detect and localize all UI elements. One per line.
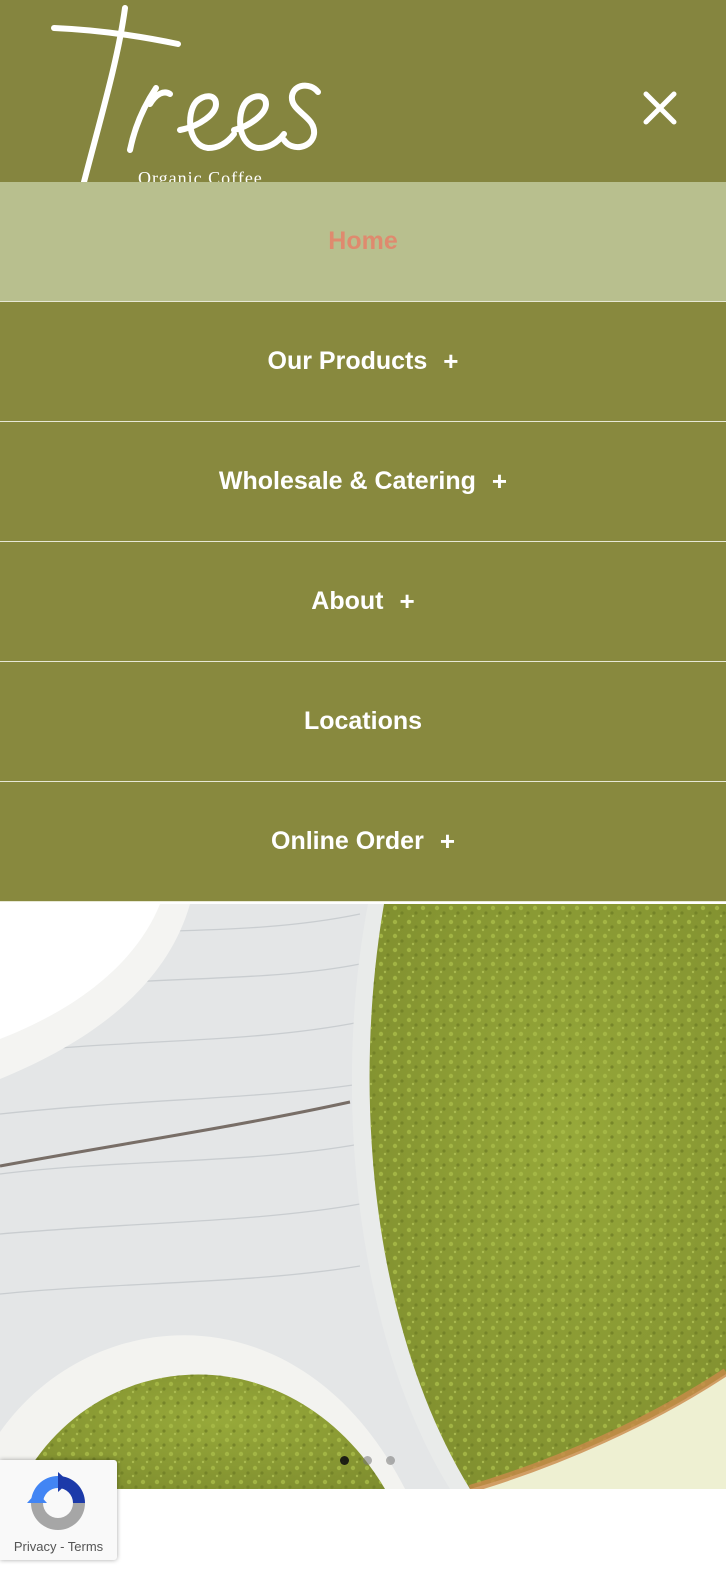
- site-header: Trees Organic Coffee: [0, 0, 726, 182]
- close-icon: [643, 91, 677, 125]
- expand-plus-icon[interactable]: +: [443, 346, 458, 377]
- menu-item-our-products[interactable]: Our Products +: [0, 302, 726, 422]
- recaptcha-badge[interactable]: Privacy - Terms: [0, 1460, 117, 1560]
- slider-dot-1[interactable]: [340, 1456, 349, 1465]
- menu-item-locations[interactable]: Locations: [0, 662, 726, 782]
- menu-item-label: Wholesale & Catering: [218, 467, 476, 495]
- privacy-link[interactable]: Privacy: [14, 1539, 57, 1554]
- slider-dots: [340, 1456, 395, 1465]
- menu-item-label: About: [311, 587, 384, 615]
- recaptcha-icon: [25, 1470, 91, 1536]
- expand-plus-icon[interactable]: +: [400, 586, 415, 617]
- expand-plus-icon[interactable]: +: [440, 826, 455, 857]
- mobile-nav-menu: Home Our Products + Wholesale & Catering…: [0, 182, 726, 902]
- recaptcha-links: Privacy - Terms: [0, 1539, 117, 1554]
- link-separator: -: [56, 1539, 68, 1554]
- menu-item-about[interactable]: About +: [0, 542, 726, 662]
- logo-tagline: Organic Coffee: [138, 168, 263, 182]
- expand-plus-icon[interactable]: +: [492, 466, 507, 497]
- menu-item-label: Home: [328, 227, 398, 255]
- menu-item-wholesale-catering[interactable]: Wholesale & Catering +: [0, 422, 726, 542]
- menu-item-label: Online Order: [271, 827, 424, 855]
- menu-item-label: Our Products: [267, 347, 428, 375]
- menu-item-home[interactable]: Home: [0, 182, 726, 302]
- menu-item-label: Locations: [303, 707, 423, 735]
- slider-dot-2[interactable]: [363, 1456, 372, 1465]
- slider-dot-3[interactable]: [386, 1456, 395, 1465]
- terms-link[interactable]: Terms: [68, 1539, 103, 1554]
- menu-item-online-order[interactable]: Online Order +: [0, 782, 726, 902]
- trees-logo[interactable]: Trees Organic Coffee: [40, 0, 330, 182]
- close-menu-button[interactable]: [640, 88, 680, 128]
- hero-slider-image: [0, 904, 726, 1489]
